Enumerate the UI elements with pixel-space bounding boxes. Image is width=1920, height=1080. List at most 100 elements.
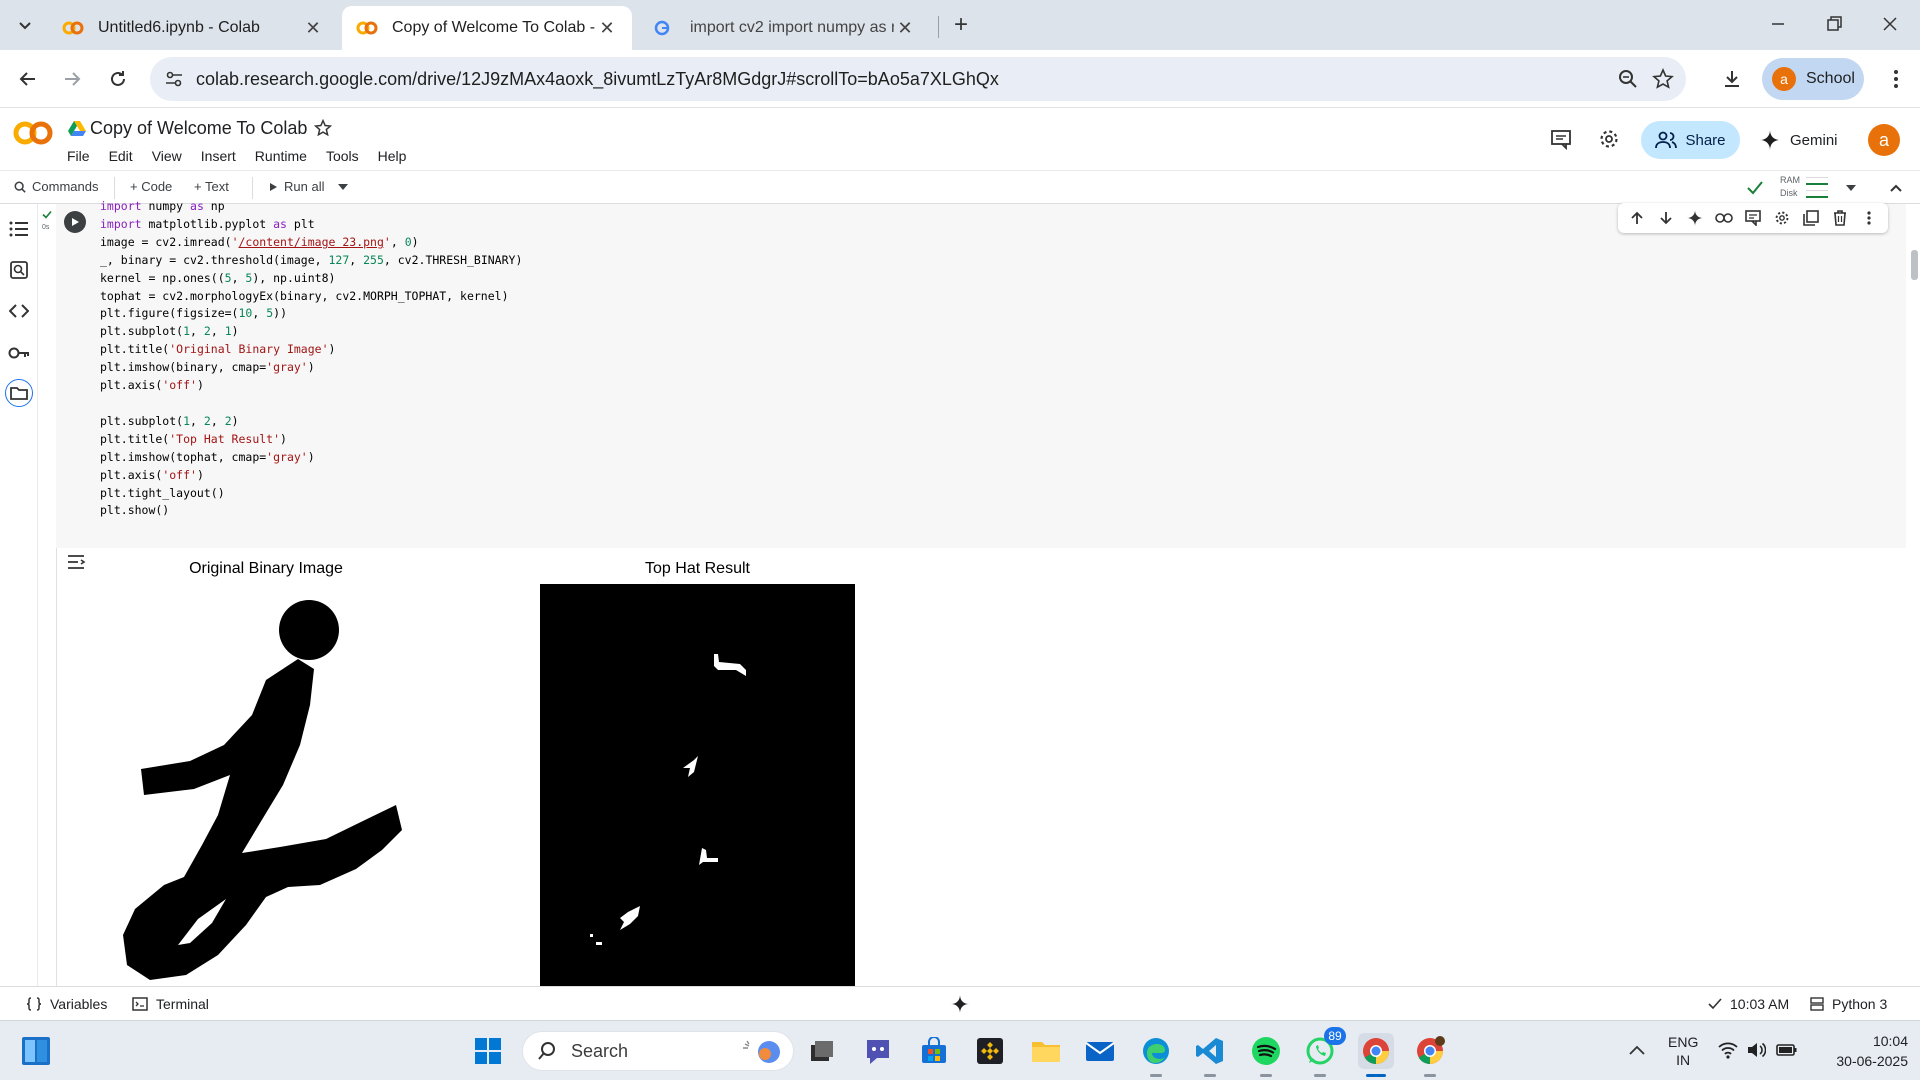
close-icon[interactable]: ✕ — [596, 17, 618, 39]
menu-file[interactable]: File — [67, 148, 90, 164]
terminal-icon — [132, 997, 148, 1011]
add-code-button[interactable]: + Code — [130, 179, 172, 194]
scrollbar-thumb[interactable] — [1911, 250, 1918, 280]
chrome-profile-button[interactable] — [1412, 1033, 1448, 1077]
run-all-dropdown[interactable] — [338, 184, 348, 190]
runtime-type[interactable]: Python 3 — [1810, 996, 1887, 1012]
commands-button[interactable]: Commands — [14, 179, 98, 194]
wifi-icon[interactable] — [1718, 1041, 1738, 1059]
menu-tools[interactable]: Tools — [326, 148, 359, 164]
collapse-chevron-up-icon[interactable] — [1888, 180, 1904, 196]
code-editor[interactable]: import numpy as np import matplotlib.pypl… — [100, 198, 522, 520]
code-line: kernel = np.ones((5, 5), np.uint8) — [100, 270, 336, 285]
file-explorer-button[interactable] — [1028, 1033, 1064, 1069]
forward-button[interactable] — [56, 63, 88, 95]
files-button[interactable] — [5, 379, 33, 407]
zoom-icon[interactable] — [1618, 69, 1638, 89]
run-cell-button[interactable] — [64, 211, 86, 233]
battery-icon[interactable] — [1776, 1042, 1798, 1058]
terminal-button[interactable]: Terminal — [132, 996, 209, 1012]
browser-tab[interactable]: Untitled6.ipynb - Colab ✕ — [48, 6, 338, 50]
tab-search-button[interactable] — [12, 12, 38, 38]
settings-gear-icon[interactable] — [1598, 128, 1620, 150]
more-options-icon[interactable] — [1858, 207, 1880, 229]
binance-app-button[interactable] — [972, 1033, 1008, 1069]
arrow-right-icon — [65, 72, 81, 86]
table-of-contents-button[interactable] — [6, 216, 32, 242]
notebook-scrollbar[interactable] — [1908, 204, 1920, 986]
menu-runtime[interactable]: Runtime — [255, 148, 307, 164]
chat-app-button[interactable] — [860, 1033, 896, 1069]
gemini-button[interactable]: Gemini — [1760, 124, 1838, 156]
find-icon — [10, 261, 28, 279]
widgets-icon — [22, 1037, 50, 1065]
show-hidden-icons-chevron-icon[interactable] — [1628, 1043, 1646, 1057]
run-all-button[interactable]: Run all — [268, 179, 324, 194]
restore-button[interactable] — [1820, 10, 1848, 38]
whatsapp-button[interactable]: 89 — [1302, 1027, 1346, 1077]
runtime-status[interactable]: RAM Disk — [1746, 175, 1856, 201]
browser-tab[interactable]: import cv2 import numpy as np ✕ — [640, 6, 930, 50]
comment-icon[interactable] — [1742, 207, 1764, 229]
vscode-button[interactable] — [1192, 1033, 1228, 1077]
settings-gear-icon[interactable] — [1771, 207, 1793, 229]
notebook-title[interactable]: Copy of Welcome To Colab — [90, 118, 307, 139]
widgets-button[interactable] — [18, 1033, 54, 1069]
menu-insert[interactable]: Insert — [201, 148, 236, 164]
volume-icon[interactable] — [1746, 1041, 1766, 1059]
comments-icon[interactable] — [1550, 128, 1572, 150]
star-icon[interactable] — [314, 119, 332, 137]
bookmark-star-icon[interactable] — [1652, 68, 1674, 90]
close-icon[interactable]: ✕ — [894, 17, 916, 39]
task-view-button[interactable] — [804, 1033, 840, 1069]
move-down-icon[interactable] — [1655, 207, 1677, 229]
add-text-button[interactable]: + Text — [194, 179, 229, 194]
gemini-sparkle-icon[interactable] — [1684, 207, 1706, 229]
share-button[interactable]: Share — [1641, 121, 1740, 159]
colab-icon — [356, 21, 378, 35]
delete-icon[interactable] — [1829, 207, 1851, 229]
browser-tab-strip: Untitled6.ipynb - Colab ✕ Copy of Welcom… — [0, 0, 1920, 50]
minimize-button[interactable] — [1764, 10, 1792, 38]
output-actions-icon[interactable] — [66, 553, 86, 571]
address-bar[interactable]: colab.research.google.com/drive/12J9zMAx… — [150, 57, 1686, 101]
system-clock[interactable]: 10:04 30-06-2025 — [1818, 1031, 1908, 1071]
move-up-icon[interactable] — [1626, 207, 1648, 229]
caret-down-icon — [338, 184, 348, 190]
code-snippets-button[interactable] — [6, 298, 32, 324]
last-execution-status[interactable]: 10:03 AM — [1708, 996, 1789, 1012]
variables-button[interactable]: Variables — [26, 996, 107, 1012]
find-replace-button[interactable] — [6, 257, 32, 283]
input-language[interactable]: ENG IN — [1668, 1033, 1698, 1069]
window-close-button[interactable] — [1876, 10, 1904, 38]
menu-help[interactable]: Help — [378, 148, 407, 164]
browser-menu-button[interactable] — [1880, 63, 1912, 95]
secrets-button[interactable] — [6, 340, 32, 366]
caret-down-icon — [1846, 185, 1856, 191]
link-icon[interactable] — [1713, 207, 1735, 229]
colab-logo[interactable] — [12, 120, 54, 146]
microsoft-store-button[interactable] — [916, 1033, 952, 1069]
browser-tab-active[interactable]: Copy of Welcome To Colab - Co ✕ — [342, 6, 632, 50]
menu-view[interactable]: View — [152, 148, 182, 164]
mirror-cell-icon[interactable] — [1800, 207, 1822, 229]
site-info-icon[interactable] — [164, 69, 184, 89]
close-icon[interactable]: ✕ — [302, 17, 324, 39]
task-view-icon — [811, 1041, 833, 1061]
spotify-button[interactable] — [1248, 1033, 1284, 1077]
edge-browser-button[interactable] — [1138, 1033, 1174, 1077]
menu-edit[interactable]: Edit — [109, 148, 133, 164]
downloads-button[interactable] — [1716, 63, 1748, 95]
back-button[interactable] — [12, 63, 44, 95]
profile-button[interactable]: a School — [1762, 58, 1864, 100]
gemini-sparkle-icon[interactable] — [951, 995, 969, 1013]
user-avatar[interactable]: a — [1868, 124, 1900, 156]
start-button[interactable] — [470, 1033, 506, 1069]
mail-button[interactable] — [1082, 1033, 1118, 1069]
taskbar-search[interactable]: Search — [522, 1031, 794, 1071]
new-tab-button[interactable]: + — [948, 11, 974, 38]
chrome-button[interactable] — [1358, 1033, 1394, 1077]
region-code: IN — [1676, 1052, 1691, 1068]
checkmark-icon — [1747, 181, 1763, 195]
reload-button[interactable] — [102, 63, 134, 95]
